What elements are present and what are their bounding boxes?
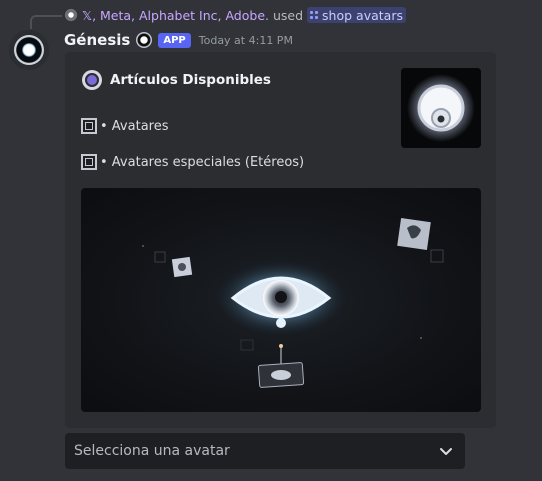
embed-image[interactable]	[81, 188, 481, 412]
field-avatares-especiales: • Avatares especiales (Etéreos)	[81, 154, 304, 170]
avatar-select-menu[interactable]: Selecciona una avatar	[65, 433, 465, 469]
chevron-down-icon	[440, 448, 452, 455]
author-avatar[interactable]	[9, 30, 49, 70]
embed-card: Artículos Disponibles • Avatares • Avata…	[65, 52, 496, 428]
reply-connector	[30, 15, 62, 29]
eye-thumbnail-image	[401, 68, 481, 148]
chat-message: 𝕏, Meta, Alphabet Inc, Adobe. used shop …	[0, 0, 542, 481]
embed-thumbnail[interactable]	[401, 68, 481, 148]
circle-icon	[82, 70, 102, 90]
reply-used-label: used	[272, 7, 304, 23]
author-name[interactable]: Génesis	[64, 31, 130, 49]
field-label: • Avatares	[100, 118, 169, 134]
eye-artwork-image	[142, 218, 444, 388]
select-placeholder: Selecciona una avatar	[74, 443, 230, 459]
eye-avatar-icon	[14, 35, 44, 65]
slash-command-chip[interactable]: shop avatars	[307, 7, 406, 23]
command-name: shop avatars	[322, 7, 403, 23]
app-icon	[136, 32, 153, 48]
message-header: Génesis APP Today at 4:11 PM	[64, 30, 293, 50]
embed-title-row: Artículos Disponibles	[82, 70, 271, 90]
message-timestamp: Today at 4:11 PM	[198, 33, 293, 47]
field-label: • Avatares especiales (Etéreos)	[100, 154, 305, 170]
reply-reference[interactable]: 𝕏, Meta, Alphabet Inc, Adobe. used shop …	[64, 6, 406, 24]
square-icon	[81, 118, 97, 134]
slash-command-icon	[310, 10, 319, 20]
app-badge: APP	[158, 32, 191, 48]
square-icon	[81, 154, 97, 170]
field-avatares: • Avatares	[81, 118, 169, 134]
user-avatar-icon[interactable]	[64, 8, 78, 22]
embed-title: Artículos Disponibles	[110, 72, 271, 88]
reply-author-names[interactable]: 𝕏, Meta, Alphabet Inc, Adobe.	[82, 8, 269, 23]
